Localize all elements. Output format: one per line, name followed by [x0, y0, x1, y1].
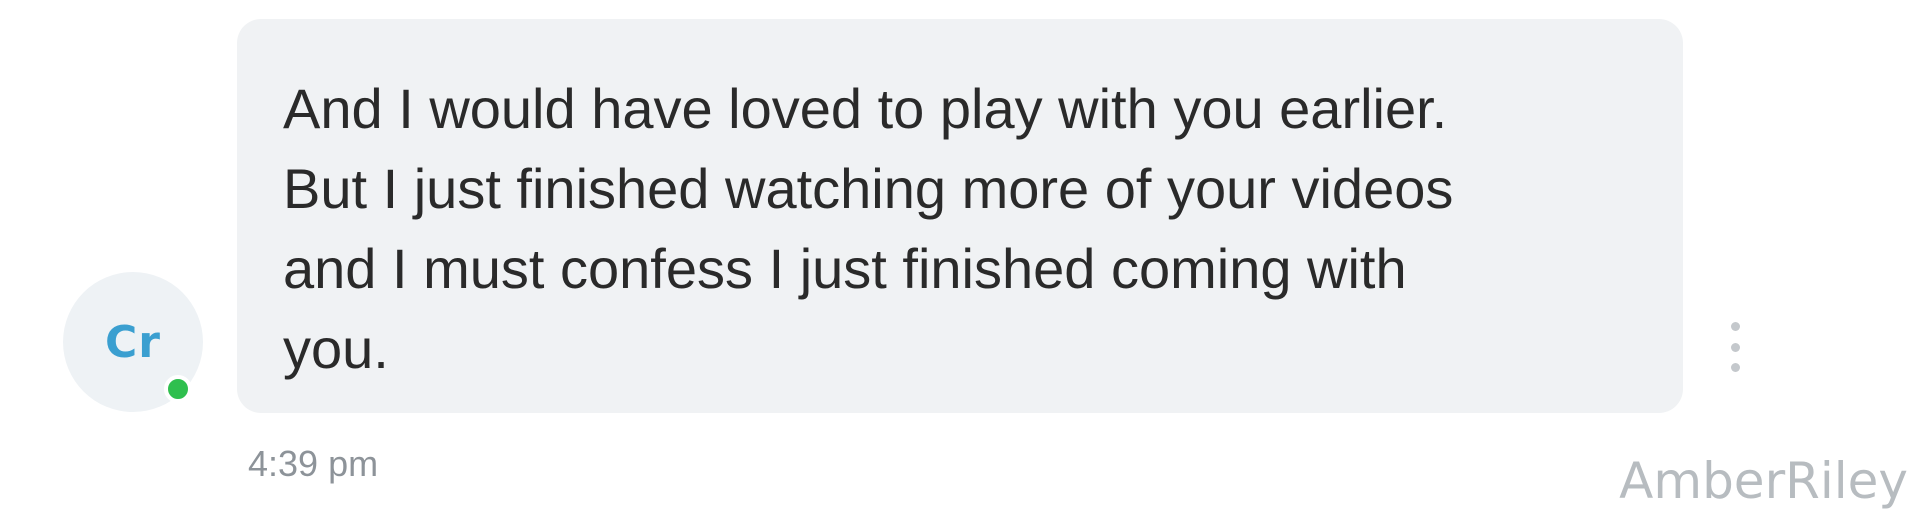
online-status-dot: [164, 375, 192, 403]
message-timestamp: 4:39 pm: [248, 443, 379, 484]
more-dot: [1730, 342, 1740, 352]
more-dot: [1730, 363, 1740, 372]
message-line: you.: [283, 317, 389, 380]
avatar-initials: Cr: [105, 316, 161, 368]
message-bubble[interactable]: And I would have loved to play with you …: [237, 19, 1683, 413]
watermark: AmberRiley: [1619, 452, 1908, 510]
more-dot: [1730, 322, 1740, 331]
message-line: But I just finished watching more of you…: [283, 157, 1454, 220]
message-line: and I must confess I just finished comin…: [283, 237, 1407, 300]
more-vertical-icon[interactable]: [1720, 322, 1750, 372]
message-line: And I would have loved to play with you …: [283, 77, 1448, 140]
